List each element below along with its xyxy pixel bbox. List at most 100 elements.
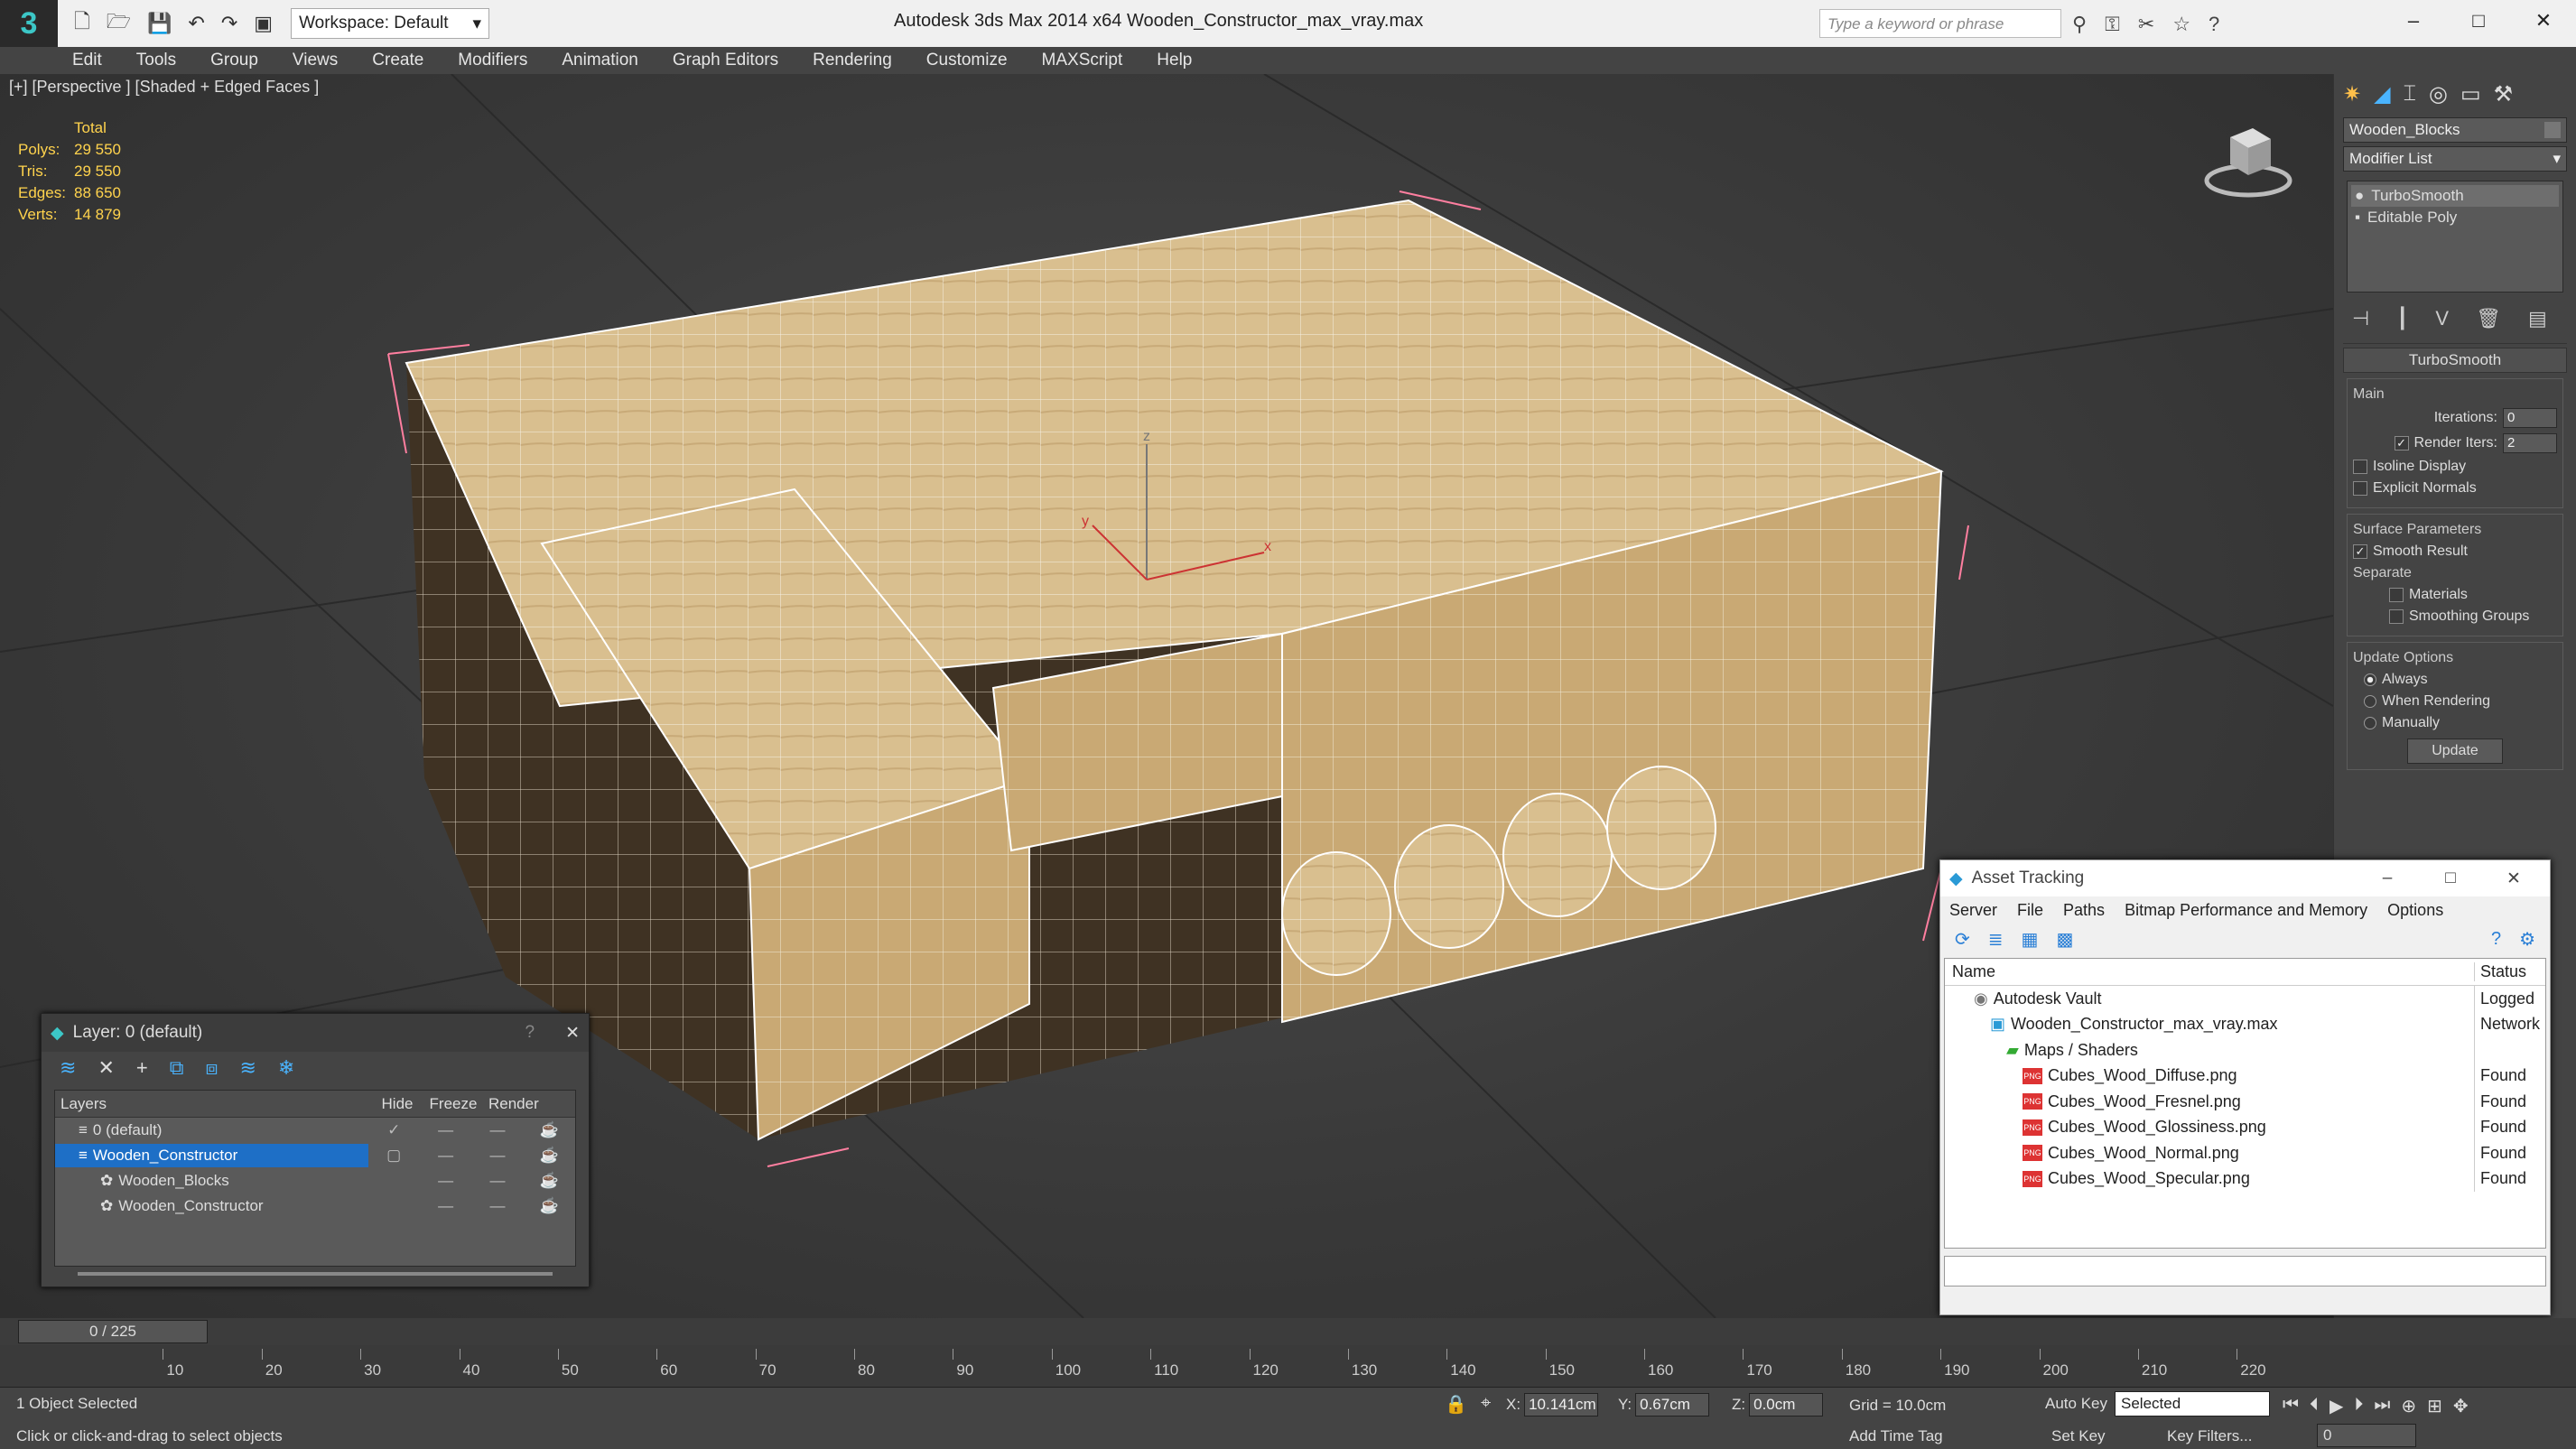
- freeze-toggle[interactable]: —: [471, 1147, 523, 1165]
- menu-create[interactable]: Create: [372, 51, 423, 70]
- expand-icon[interactable]: ▪: [2355, 209, 2360, 227]
- zoom-all-icon[interactable]: ⊞: [2427, 1395, 2442, 1417]
- menu-group[interactable]: Group: [210, 51, 258, 70]
- materials-checkbox[interactable]: [2389, 588, 2404, 602]
- pan-icon[interactable]: ✥: [2453, 1395, 2469, 1417]
- delete-layer-icon[interactable]: ✕: [98, 1056, 114, 1080]
- active-layer-check[interactable]: ✓: [368, 1121, 420, 1139]
- layer-window-help-button[interactable]: ?: [525, 1023, 535, 1043]
- configure-sets-icon[interactable]: ▤: [2528, 307, 2547, 330]
- asset-row[interactable]: ◉ Autodesk Vault Logged: [1945, 986, 2545, 1012]
- col-freeze[interactable]: Freeze: [423, 1095, 483, 1113]
- viewport-label[interactable]: [+] [Perspective ] [Shaded + Edged Faces…: [9, 78, 319, 97]
- freeze-all-icon[interactable]: ❄: [278, 1056, 294, 1080]
- hierarchy-tab-icon[interactable]: ⌶: [2404, 81, 2416, 107]
- col-layers[interactable]: Layers: [55, 1095, 371, 1113]
- current-frame-input[interactable]: 0: [2317, 1424, 2416, 1447]
- asset-row[interactable]: PNG Cubes_Wood_Specular.png Found: [1945, 1166, 2545, 1192]
- undo-icon[interactable]: ↶: [188, 12, 204, 35]
- manually-radio[interactable]: [2364, 717, 2376, 729]
- layer-row[interactable]: ✿ Wooden_Blocks — — ☕: [55, 1168, 575, 1194]
- update-button[interactable]: Update: [2407, 738, 2503, 764]
- workspace-dropdown[interactable]: Workspace: Default ▾: [291, 8, 490, 39]
- set-key-button[interactable]: Set Key: [2051, 1427, 2106, 1445]
- star-icon[interactable]: ☆: [2172, 13, 2190, 36]
- binoculars-icon[interactable]: ⚲: [2072, 13, 2087, 36]
- menu-edit[interactable]: Edit: [72, 51, 102, 70]
- asset-menu-bitmap[interactable]: Bitmap Performance and Memory: [2125, 901, 2367, 920]
- menu-graph-editors[interactable]: Graph Editors: [673, 51, 778, 70]
- stack-item[interactable]: ▪ Editable Poly: [2351, 207, 2559, 228]
- active-layer-box[interactable]: ▢: [368, 1147, 420, 1165]
- utilities-tab-icon[interactable]: ⚒: [2494, 81, 2514, 107]
- modify-tab-icon[interactable]: ◢: [2374, 81, 2390, 107]
- previous-frame-icon[interactable]: ⏴: [2310, 1395, 2319, 1417]
- asset-help-icon[interactable]: ?: [2491, 929, 2501, 950]
- menu-help[interactable]: Help: [1157, 51, 1192, 70]
- key-set-dropdown[interactable]: Selected: [2115, 1391, 2270, 1416]
- make-unique-icon[interactable]: V: [2435, 307, 2449, 330]
- render-iters-spinner[interactable]: 2: [2503, 433, 2557, 453]
- key-icon[interactable]: ⚿: [2105, 13, 2120, 36]
- lightbulb-icon[interactable]: ●: [2355, 187, 2364, 205]
- key-filters-button[interactable]: Key Filters...: [2167, 1427, 2252, 1445]
- asset-menu-server[interactable]: Server: [1949, 901, 1997, 920]
- remove-modifier-icon[interactable]: 🗑: [2476, 307, 2501, 330]
- hide-toggle[interactable]: —: [420, 1147, 471, 1165]
- lock-selection-icon[interactable]: 🔒: [1445, 1393, 1467, 1416]
- app-logo[interactable]: 3: [0, 0, 58, 47]
- render-teapot-icon[interactable]: ☕: [524, 1121, 575, 1139]
- freeze-toggle[interactable]: —: [471, 1172, 523, 1190]
- hide-toggle[interactable]: —: [420, 1121, 471, 1139]
- open-file-icon[interactable]: 🗁: [107, 6, 131, 41]
- asset-menu-paths[interactable]: Paths: [2063, 901, 2105, 920]
- menu-rendering[interactable]: Rendering: [813, 51, 892, 70]
- asset-row[interactable]: PNG Cubes_Wood_Normal.png Found: [1945, 1140, 2545, 1166]
- zoom-icon[interactable]: ⊕: [2401, 1395, 2416, 1417]
- x-coord-input[interactable]: 10.141cm: [1524, 1393, 1599, 1416]
- go-to-end-icon[interactable]: ⏭: [2374, 1395, 2390, 1417]
- layer-row[interactable]: ≡ 0 (default) ✓ — — ☕: [55, 1118, 575, 1143]
- maximize-button[interactable]: □: [2446, 0, 2511, 42]
- redo-icon[interactable]: ↷: [221, 12, 237, 35]
- project-folder-icon[interactable]: ▣: [254, 12, 273, 35]
- go-to-start-icon[interactable]: ⏮: [2283, 1395, 2299, 1417]
- render-iters-checkbox[interactable]: ✓: [2394, 436, 2409, 450]
- y-coord-input[interactable]: 0.67cm: [1635, 1393, 1710, 1416]
- explicit-normals-checkbox[interactable]: [2353, 481, 2367, 496]
- render-teapot-icon[interactable]: ☕: [524, 1147, 575, 1165]
- layer-row[interactable]: ✿ Wooden_Constructor — — ☕: [55, 1194, 575, 1219]
- absolute-mode-icon[interactable]: ⌖: [1481, 1393, 1491, 1414]
- highlight-layer-icon[interactable]: ⧈: [205, 1056, 218, 1080]
- color-swatch[interactable]: [2544, 122, 2561, 138]
- asset-maximize-button[interactable]: □: [2423, 868, 2478, 888]
- smooth-result-checkbox[interactable]: ✓: [2353, 544, 2367, 559]
- menu-views[interactable]: Views: [293, 51, 338, 70]
- search-input[interactable]: Type a keyword or phrase: [1819, 9, 2061, 38]
- menu-modifiers[interactable]: Modifiers: [458, 51, 527, 70]
- isoline-checkbox[interactable]: [2353, 460, 2367, 474]
- layer-window-titlebar[interactable]: ◆ Layer: 0 (default) ? ✕: [42, 1014, 589, 1052]
- show-end-result-icon[interactable]: ┃: [2396, 307, 2408, 330]
- col-name[interactable]: Name: [1945, 962, 2475, 981]
- asset-row[interactable]: ▣ Wooden_Constructor_max_vray.max Network: [1945, 1011, 2545, 1037]
- render-teapot-icon[interactable]: ☕: [524, 1197, 575, 1215]
- add-time-tag[interactable]: Add Time Tag: [1849, 1427, 1943, 1445]
- when-rendering-radio[interactable]: [2364, 695, 2376, 708]
- add-to-layer-icon[interactable]: +: [136, 1056, 148, 1080]
- tools-icon[interactable]: ✂: [2138, 13, 2154, 36]
- freeze-toggle[interactable]: —: [471, 1197, 523, 1215]
- stack-item[interactable]: ● TurboSmooth: [2351, 185, 2559, 207]
- object-name-field[interactable]: Wooden_Blocks: [2343, 117, 2567, 143]
- col-status[interactable]: Status: [2475, 962, 2545, 981]
- motion-tab-icon[interactable]: ◎: [2429, 81, 2448, 107]
- asset-menu-options[interactable]: Options: [2387, 901, 2443, 920]
- create-tab-icon[interactable]: ✷: [2343, 81, 2361, 107]
- pin-stack-icon[interactable]: ⊣: [2352, 307, 2369, 330]
- col-render[interactable]: Render: [483, 1095, 543, 1113]
- hide-toggle[interactable]: —: [420, 1172, 471, 1190]
- asset-close-button[interactable]: ✕: [2487, 868, 2541, 889]
- asset-path-field[interactable]: [1944, 1256, 2546, 1286]
- layer-row[interactable]: ≡ Wooden_Constructor ▢ — — ☕: [55, 1143, 575, 1168]
- layer-name-cell[interactable]: ✿ Wooden_Blocks: [55, 1169, 368, 1193]
